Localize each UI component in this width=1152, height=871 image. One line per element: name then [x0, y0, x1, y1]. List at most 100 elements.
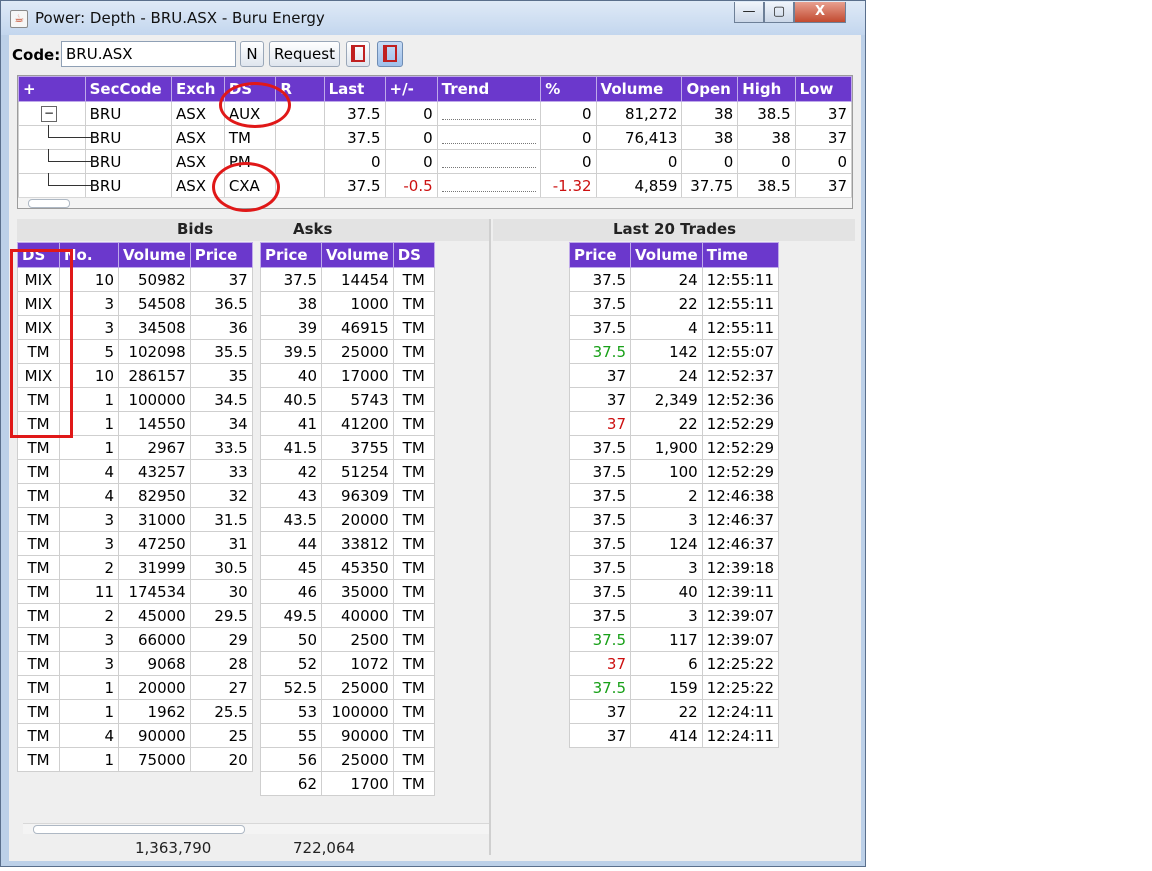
bids-col-header[interactable]: Price: [189, 242, 253, 268]
trades-col-header[interactable]: Time: [701, 242, 780, 268]
bid-row[interactable]: TM 2 45000 29.5: [17, 603, 253, 628]
trade-row[interactable]: 37.5 24 12:55:11: [569, 267, 780, 292]
summary-col-header[interactable]: High: [737, 76, 796, 102]
ask-row[interactable]: 49.5 40000 TM: [260, 603, 435, 628]
ask-volume-cell: 20000: [321, 507, 394, 532]
trend-sparkline: [441, 132, 537, 144]
ask-row[interactable]: 44 33812 TM: [260, 531, 435, 556]
summary-row[interactable]: BRU ASX CXA 37.5 -0.5 -1.32 4,859 37.75 38.5 37: [18, 173, 853, 198]
bid-price-cell: 20: [189, 747, 253, 772]
trade-row[interactable]: 37 414 12:24:11: [569, 723, 780, 748]
ask-row[interactable]: 53 100000 TM: [260, 699, 435, 724]
trades-col-header[interactable]: Volume: [630, 242, 703, 268]
trade-price-cell: 37: [569, 699, 631, 724]
ask-row[interactable]: 45 45350 TM: [260, 555, 435, 580]
bid-row[interactable]: TM 3 31000 31.5: [17, 507, 253, 532]
trade-row[interactable]: 37.5 4 12:55:11: [569, 315, 780, 340]
trade-row[interactable]: 37.5 100 12:52:29: [569, 459, 780, 484]
summary-col-header[interactable]: Last: [323, 76, 386, 102]
trade-row[interactable]: 37 2,349 12:52:36: [569, 387, 780, 412]
ask-row[interactable]: 52.5 25000 TM: [260, 675, 435, 700]
ask-row[interactable]: 39 46915 TM: [260, 315, 435, 340]
summary-col-header[interactable]: Trend: [436, 76, 542, 102]
summary-col-header[interactable]: %: [540, 76, 597, 102]
ask-row[interactable]: 43 96309 TM: [260, 483, 435, 508]
ask-row[interactable]: 42 51254 TM: [260, 459, 435, 484]
trade-row[interactable]: 37.5 22 12:55:11: [569, 291, 780, 316]
asks-col-header[interactable]: Price: [260, 242, 322, 268]
panel-divider[interactable]: [489, 219, 491, 855]
title-bar[interactable]: ☕ Power: Depth - BRU.ASX - Buru Energy —…: [1, 1, 865, 35]
ask-row[interactable]: 50 2500 TM: [260, 627, 435, 652]
summary-scrollbar[interactable]: [18, 197, 852, 208]
bid-row[interactable]: TM 2 31999 30.5: [17, 555, 253, 580]
maximize-button[interactable]: ▢: [764, 2, 794, 23]
code-input[interactable]: [61, 41, 236, 67]
trade-row[interactable]: 37 22 12:52:29: [569, 411, 780, 436]
bid-row[interactable]: TM 3 66000 29: [17, 627, 253, 652]
n-button[interactable]: N: [240, 41, 264, 67]
ask-row[interactable]: 56 25000 TM: [260, 747, 435, 772]
trade-row[interactable]: 37.5 2 12:46:38: [569, 483, 780, 508]
summary-scroll-thumb[interactable]: [28, 199, 70, 208]
summary-col-header[interactable]: SecCode: [84, 76, 172, 102]
bid-row[interactable]: TM 1 1962 25.5: [17, 699, 253, 724]
bid-row[interactable]: TM 4 90000 25: [17, 723, 253, 748]
trade-price-cell: 37.5: [569, 531, 631, 556]
summary-row[interactable]: BRU ASX PM 0 0 0 0 0 0 0: [18, 149, 853, 174]
summary-col-header[interactable]: Exch: [170, 76, 225, 102]
summary-row[interactable]: BRU ASX TM 37.5 0 0 76,413 38 38 37: [18, 125, 853, 150]
book-down-button[interactable]: [346, 41, 370, 67]
bid-row[interactable]: TM 1 2967 33.5: [17, 435, 253, 460]
ask-row[interactable]: 37.5 14454 TM: [260, 267, 435, 292]
ask-row[interactable]: 52 1072 TM: [260, 651, 435, 676]
bid-row[interactable]: TM 11 174534 30: [17, 579, 253, 604]
trade-row[interactable]: 37 6 12:25:22: [569, 651, 780, 676]
minimize-button[interactable]: —: [734, 2, 764, 23]
bid-row[interactable]: TM 4 43257 33: [17, 459, 253, 484]
bid-row[interactable]: TM 1 20000 27: [17, 675, 253, 700]
collapse-icon[interactable]: −: [41, 106, 57, 122]
bid-row[interactable]: TM 3 47250 31: [17, 531, 253, 556]
ask-row[interactable]: 46 35000 TM: [260, 579, 435, 604]
summary-col-header[interactable]: +: [18, 76, 86, 102]
ask-row[interactable]: 39.5 25000 TM: [260, 339, 435, 364]
bids-col-header[interactable]: Volume: [118, 242, 191, 268]
trade-row[interactable]: 37.5 117 12:39:07: [569, 627, 780, 652]
book-up-button[interactable]: [377, 41, 403, 67]
ask-row[interactable]: 40.5 5743 TM: [260, 387, 435, 412]
ask-row[interactable]: 41.5 3755 TM: [260, 435, 435, 460]
trade-row[interactable]: 37.5 124 12:46:37: [569, 531, 780, 556]
ask-row[interactable]: 62 1700 TM: [260, 771, 435, 796]
trade-row[interactable]: 37.5 40 12:39:11: [569, 579, 780, 604]
ask-row[interactable]: 55 90000 TM: [260, 723, 435, 748]
bid-row[interactable]: TM 1 75000 20: [17, 747, 253, 772]
trade-row[interactable]: 37.5 3 12:39:07: [569, 603, 780, 628]
trade-row[interactable]: 37 22 12:24:11: [569, 699, 780, 724]
ask-row[interactable]: 40 17000 TM: [260, 363, 435, 388]
close-button[interactable]: X: [794, 2, 846, 23]
ask-row[interactable]: 38 1000 TM: [260, 291, 435, 316]
asks-col-header[interactable]: Volume: [321, 242, 394, 268]
summary-col-header[interactable]: Open: [681, 76, 739, 102]
asks-col-header[interactable]: DS: [392, 242, 435, 268]
trade-row[interactable]: 37 24 12:52:37: [569, 363, 780, 388]
summary-row[interactable]: − BRU ASX AUX 37.5 0 0 81,272 38 38.5 37: [18, 101, 853, 126]
bid-row[interactable]: TM 4 82950 32: [17, 483, 253, 508]
trade-row[interactable]: 37.5 159 12:25:22: [569, 675, 780, 700]
summary-col-header[interactable]: Volume: [595, 76, 683, 102]
trades-col-header[interactable]: Price: [569, 242, 631, 268]
bid-row[interactable]: TM 3 9068 28: [17, 651, 253, 676]
trade-row[interactable]: 37.5 3 12:39:18: [569, 555, 780, 580]
trade-row[interactable]: 37.5 1,900 12:52:29: [569, 435, 780, 460]
summary-col-header[interactable]: Low: [794, 76, 853, 102]
summary-col-header[interactable]: +/-: [384, 76, 438, 102]
tree-node[interactable]: −: [18, 101, 86, 126]
request-button[interactable]: Request: [269, 41, 340, 67]
trade-row[interactable]: 37.5 142 12:55:07: [569, 339, 780, 364]
ask-row[interactable]: 43.5 20000 TM: [260, 507, 435, 532]
ask-row[interactable]: 41 41200 TM: [260, 411, 435, 436]
depth-scrollbar[interactable]: [23, 823, 489, 834]
depth-scroll-thumb[interactable]: [33, 825, 245, 834]
trade-row[interactable]: 37.5 3 12:46:37: [569, 507, 780, 532]
